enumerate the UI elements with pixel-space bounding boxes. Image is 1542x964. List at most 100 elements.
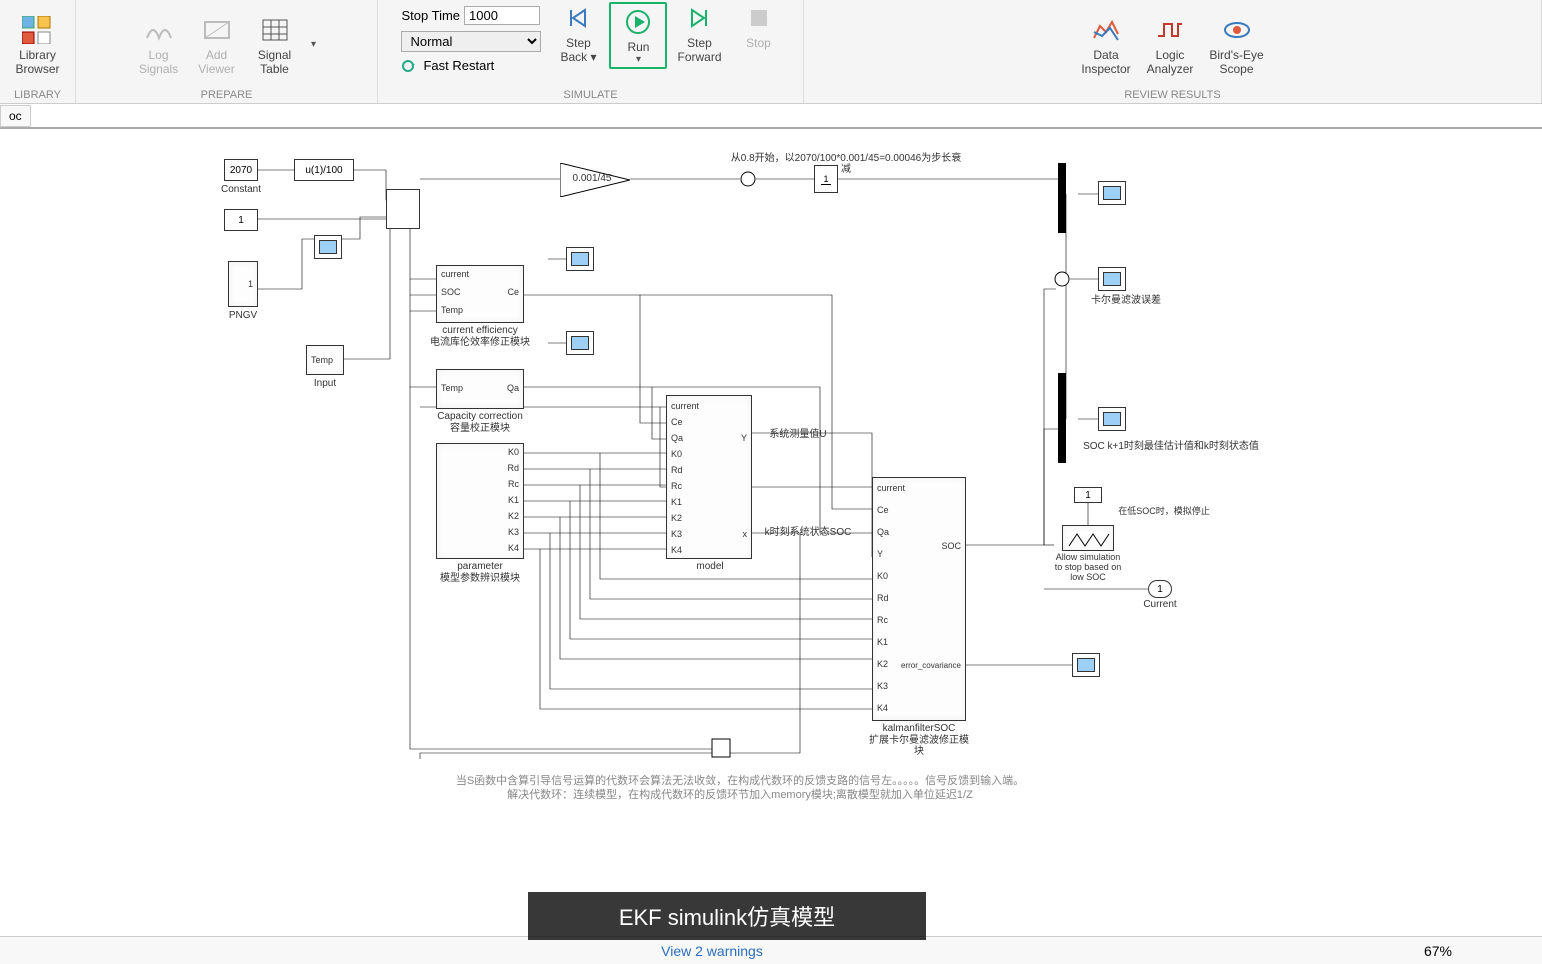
prepare-dropdown[interactable]: ▾ [304,0,324,89]
gain-u1-100[interactable]: u(1)/100 [294,159,354,181]
la-l2: Analyzer [1147,62,1194,76]
scope-errcov[interactable] [1072,653,1100,677]
fast-restart-toggle[interactable]: Fast Restart [393,56,549,75]
stop-const[interactable]: 1 [1074,487,1102,503]
status-bar: View 2 warnings 67% [0,936,1542,964]
step-back-l2: Back ▾ [560,50,596,64]
stop-icon [1063,526,1115,552]
model-block[interactable]: current Ce Qa K0 Rd Rc K1 K2 K3 K4 Y x [666,395,752,559]
run-button[interactable]: Run ▾ [609,2,667,69]
log-signals-button[interactable]: Log Signals [130,0,188,89]
param-o7: K4 [508,544,519,553]
step-back-l1: Step [566,36,591,50]
m-o2: x [743,530,748,539]
review-group-label: REVIEW RESULTS [804,89,1541,103]
note-top: 从0.8开始，以2070/100*0.001/45=0.00046为步长衰减 [726,153,966,175]
pngv-block[interactable]: 1 [228,261,258,307]
const-one[interactable]: 1 [224,209,258,231]
log-signals-l1: Log [148,48,168,62]
mux-1[interactable] [1058,163,1066,233]
param-sub: 模型参数辨识模块 [432,573,528,584]
scope-top[interactable] [1098,181,1126,205]
stop-block[interactable] [1062,525,1114,551]
scope-soc[interactable] [1098,407,1126,431]
logic-analyzer-button[interactable]: Logic Analyzer [1139,0,1202,89]
k-o1: SOC [941,542,961,551]
birds-eye-button[interactable]: Bird's-Eye Scope [1201,0,1271,89]
scope-ce[interactable] [566,247,594,271]
breadcrumb-tab[interactable]: oc [0,105,31,127]
data-inspector-button[interactable]: Data Inspector [1073,0,1138,89]
m-i5: Rd [671,466,683,475]
k-i8: K1 [877,638,888,647]
pngv-port: 1 [248,280,253,289]
m-i8: K2 [671,514,682,523]
constant-label: Constant [218,184,264,195]
video-caption: EKF simulink仿真模型 [528,892,926,940]
fast-restart-icon [401,59,419,73]
model-canvas[interactable]: 2070 Constant u(1)/100 1 1 PNGV 0.001/45… [0,128,1542,854]
parameter-block[interactable]: K0 Rd Rc K1 K2 K3 K4 [436,443,524,559]
footer-line2: 解决代数环：连续模型，在构成代数环的反馈环节加入memory模块;离散模型就加入… [390,789,1090,802]
stoptime-label: Stop Time [401,8,460,23]
add-viewer-l2: Viewer [198,62,234,76]
sim-mode-select[interactable]: Normal [401,31,541,52]
current-efficiency-block[interactable]: current SOC Temp Ce [436,265,524,323]
add-viewer-l1: Add [206,48,227,62]
step-forward-button[interactable]: Step Forward [669,0,729,66]
gain-0001-45[interactable]: 0.001/45 [560,163,630,202]
stoptime-input[interactable] [464,6,540,25]
wires [0,129,1542,854]
be-l2: Scope [1220,62,1254,76]
scope-kerr[interactable] [1098,267,1126,291]
scope-cap[interactable] [566,331,594,355]
param-o3: Rc [508,480,519,489]
constant-block[interactable]: 2070 [224,159,258,181]
temp-input[interactable]: Temp [306,345,344,375]
m-o1: Y [741,434,747,443]
capacity-correction-block[interactable]: Temp Qa [436,369,524,409]
cap-sub: 容量校正模块 [440,423,520,434]
di-l2: Inspector [1081,62,1130,76]
m-i3: Qa [671,434,683,443]
k-i1: current [877,484,905,493]
k-i3: Qa [877,528,889,537]
k-i5: K0 [877,572,888,581]
stop-button[interactable]: Stop [730,0,788,52]
add-viewer-button[interactable]: Add Viewer [188,0,246,89]
kalman-block[interactable]: current Ce Qa Y K0 Rd Rc K1 K2 K3 K4 SOC… [872,477,966,721]
warnings-link[interactable]: View 2 warnings [661,943,763,959]
cap-title: Capacity correction [428,411,532,422]
param-o6: K3 [508,528,519,537]
prepare-group-label: PREPARE [76,89,377,103]
signal-table-button[interactable]: Signal Table [246,0,304,89]
param-title: parameter [448,561,512,572]
ce-p3: Temp [441,306,463,315]
ce-p1: current [441,270,469,279]
note-kerr: 卡尔曼滤波误差 [1086,295,1166,306]
current-outport[interactable]: 1 [1148,580,1172,598]
k-i4: Y [877,550,883,559]
simulate-group-label: SIMULATE [378,89,803,103]
m-i10: K4 [671,546,682,555]
model-title: model [690,561,730,572]
k-o2: error_covariance [901,662,961,670]
library-browser-button[interactable]: Library Browser [7,0,67,89]
k-i6: Rd [877,594,889,603]
k-i11: K4 [877,704,888,713]
fast-restart-label: Fast Restart [423,58,494,73]
scope-1[interactable] [314,235,342,259]
signal-table-l1: Signal [258,48,291,62]
model-lab1: 系统测量值U [758,429,838,440]
step-back-button[interactable]: Step Back ▾ [549,0,607,66]
ce-p2: SOC [441,288,461,297]
cap-out: Qa [507,384,519,393]
bus-selector[interactable] [386,189,420,229]
breadcrumb-bar: oc [0,104,1542,128]
mux-2[interactable] [1058,373,1066,463]
di-l1: Data [1093,48,1118,62]
param-o1: K0 [508,448,519,457]
be-l1: Bird's-Eye [1209,48,1263,62]
m-i7: K1 [671,498,682,507]
k-i2: Ce [877,506,889,515]
